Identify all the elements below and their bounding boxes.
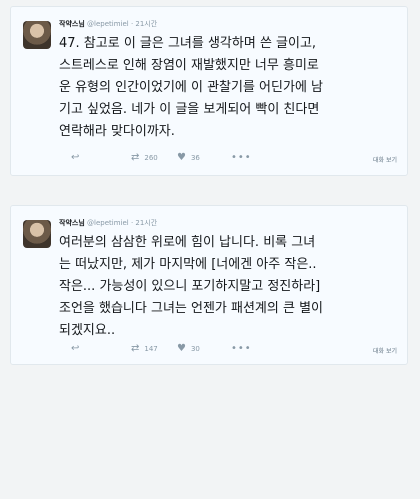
heart-icon: ♥ bbox=[177, 152, 186, 163]
avatar[interactable] bbox=[23, 21, 51, 49]
tweet-line: 스트레스로 인해 장염이 재발했지만 너무 흥미로 bbox=[59, 58, 319, 73]
tweet-line: 운 유형의 인간이었기에 이 관찰기를 어딘가에 남 bbox=[59, 80, 323, 95]
reply-icon: ↩ bbox=[71, 343, 80, 354]
more-button[interactable]: ••• bbox=[231, 153, 252, 163]
retweet-count: 260 bbox=[144, 154, 158, 162]
tweet-time[interactable]: · 21시간 bbox=[131, 20, 157, 28]
tweet-actions: ↩ ⇄ 147 ♥ 30 ••• 대화 보기 bbox=[59, 344, 399, 358]
heart-icon: ♥ bbox=[177, 343, 186, 354]
reply-button[interactable]: ↩ bbox=[71, 153, 79, 163]
author-handle[interactable]: @lepetimiel bbox=[87, 219, 129, 227]
tweet-header: 작약스님 @lepetimiel · 21시간 bbox=[59, 218, 157, 228]
tweet-line: 작은... 가능성이 있으니 포기하지말고 정진하라] bbox=[59, 279, 321, 294]
view-conversation-link[interactable]: 대화 보기 bbox=[373, 346, 397, 355]
more-icon: ••• bbox=[231, 343, 252, 354]
like-count: 36 bbox=[190, 154, 200, 162]
avatar[interactable] bbox=[23, 220, 51, 248]
like-count: 30 bbox=[190, 345, 200, 353]
tweet-line: 되겠지요.. bbox=[59, 323, 116, 338]
like-button[interactable]: ♥ 36 bbox=[177, 153, 200, 163]
retweet-button[interactable]: ⇄ 147 bbox=[131, 344, 158, 354]
tweet-line: 여러분의 삼삼한 위로에 힘이 납니다. 비록 그녀 bbox=[59, 235, 316, 250]
tweet-line: 조언을 했습니다 그녀는 언젠가 패션계의 큰 별이 bbox=[59, 301, 323, 316]
tweet-header: 작약스님 @lepetimiel · 21시간 bbox=[59, 19, 157, 29]
tweet-time[interactable]: · 21시간 bbox=[131, 219, 157, 227]
tweet-text: 여러분의 삼삼한 위로에 힘이 납니다. 비록 그녀 는 떠났지만, 제가 마지… bbox=[59, 232, 404, 342]
retweet-button[interactable]: ⇄ 260 bbox=[131, 153, 158, 163]
reply-icon: ↩ bbox=[71, 152, 80, 163]
tweet-line: 는 떠났지만, 제가 마지막에 [너에겐 아주 작은.. bbox=[59, 257, 317, 272]
tweet-line: 기고 싶었음. 네가 이 글을 보게되어 빡이 친다면 bbox=[59, 102, 320, 117]
tweet-card[interactable]: 작약스님 @lepetimiel · 21시간 47. 참고로 이 글은 그녀를… bbox=[10, 6, 408, 176]
retweet-icon: ⇄ bbox=[131, 152, 140, 163]
author-name[interactable]: 작약스님 bbox=[59, 219, 85, 227]
tweet-line: 연락해라 맞다이까자. bbox=[59, 124, 175, 139]
like-button[interactable]: ♥ 30 bbox=[177, 344, 200, 354]
tweet-line: 47. 참고로 이 글은 그녀를 생각하며 쓴 글이고, bbox=[59, 36, 317, 51]
retweet-count: 147 bbox=[144, 345, 158, 353]
view-conversation-link[interactable]: 대화 보기 bbox=[373, 155, 397, 164]
tweet-text: 47. 참고로 이 글은 그녀를 생각하며 쓴 글이고, 스트레스로 인해 장염… bbox=[59, 33, 404, 143]
tweet-actions: ↩ ⇄ 260 ♥ 36 ••• 대화 보기 bbox=[59, 153, 399, 167]
tweet-feed: 작약스님 @lepetimiel · 21시간 47. 참고로 이 글은 그녀를… bbox=[0, 0, 420, 499]
more-button[interactable]: ••• bbox=[231, 344, 252, 354]
author-name[interactable]: 작약스님 bbox=[59, 20, 85, 28]
more-icon: ••• bbox=[231, 152, 252, 163]
author-handle[interactable]: @lepetimiel bbox=[87, 20, 129, 28]
retweet-icon: ⇄ bbox=[131, 343, 140, 354]
reply-button[interactable]: ↩ bbox=[71, 344, 79, 354]
tweet-card[interactable]: 작약스님 @lepetimiel · 21시간 여러분의 삼삼한 위로에 힘이 … bbox=[10, 205, 408, 365]
